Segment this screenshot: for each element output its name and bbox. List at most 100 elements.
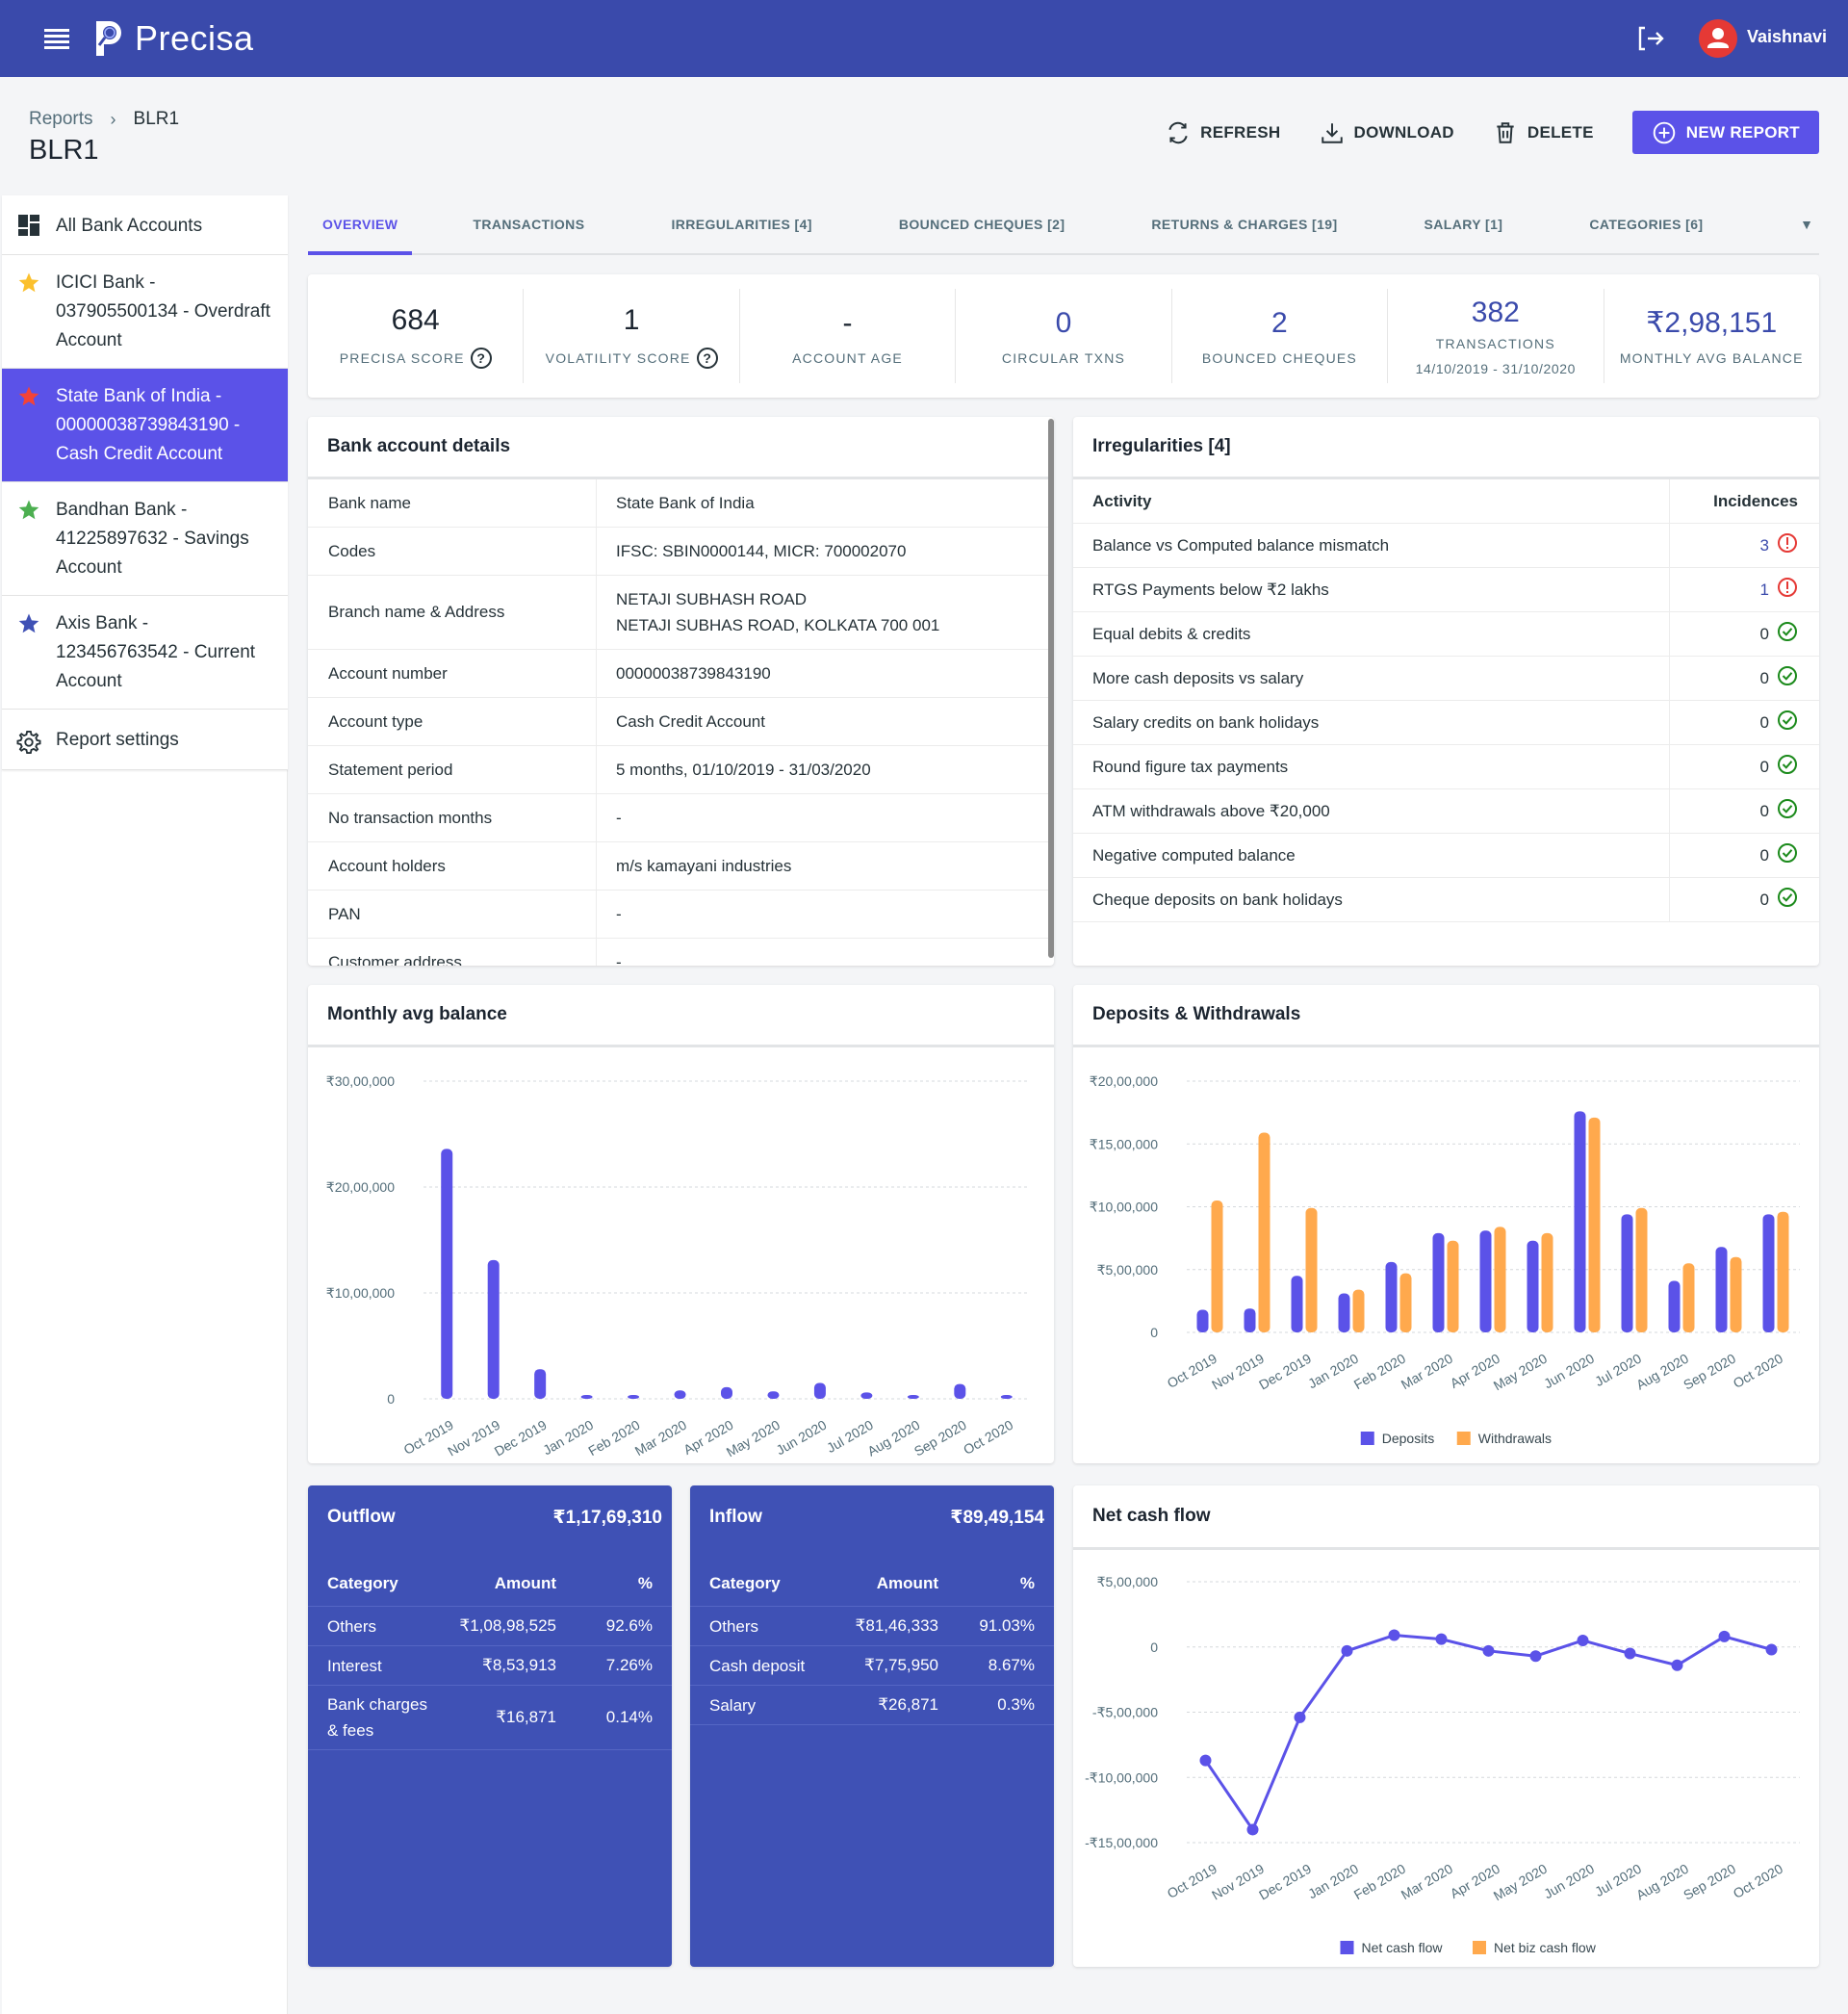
bar-withdrawals[interactable] bbox=[1305, 1207, 1318, 1332]
flow-amount: ₹16,871 bbox=[496, 1708, 556, 1726]
delete-button[interactable]: DELETE bbox=[1493, 120, 1594, 145]
tab-transactions[interactable]: TRANSACTIONS bbox=[473, 195, 584, 253]
data-point[interactable] bbox=[1341, 1644, 1353, 1657]
bar[interactable] bbox=[721, 1386, 732, 1399]
flow-category: Others bbox=[327, 1616, 377, 1636]
bar-deposits[interactable] bbox=[1574, 1111, 1586, 1332]
bar[interactable] bbox=[534, 1369, 547, 1399]
bar-deposits[interactable] bbox=[1385, 1261, 1398, 1332]
irregularity-row[interactable]: ATM withdrawals above ₹20,000 0 bbox=[1073, 789, 1819, 834]
bar-deposits[interactable] bbox=[1715, 1247, 1728, 1332]
data-point[interactable] bbox=[1435, 1633, 1448, 1645]
tab-overview[interactable]: OVERVIEW bbox=[307, 195, 413, 255]
bar-withdrawals[interactable] bbox=[1682, 1263, 1695, 1332]
bar-withdrawals[interactable] bbox=[1399, 1273, 1412, 1332]
legend-label[interactable]: Deposits bbox=[1382, 1431, 1434, 1446]
bar-deposits[interactable] bbox=[1338, 1293, 1350, 1332]
irregularity-row[interactable]: Round figure tax payments 0 bbox=[1073, 745, 1819, 789]
breadcrumb-reports-link[interactable]: Reports bbox=[29, 109, 93, 130]
bar-deposits[interactable] bbox=[1479, 1230, 1492, 1332]
user-name[interactable]: Vaishnavi bbox=[1747, 27, 1827, 47]
stat-value: ₹2,98,151 bbox=[1646, 307, 1778, 339]
bar-deposits[interactable] bbox=[1432, 1232, 1445, 1332]
bar-deposits[interactable] bbox=[1291, 1276, 1303, 1332]
irregularity-row[interactable]: More cash deposits vs salary 0 bbox=[1073, 657, 1819, 701]
data-point[interactable] bbox=[1388, 1629, 1400, 1641]
download-button[interactable]: DOWNLOAD bbox=[1320, 120, 1454, 145]
tabs-overflow-dropdown-icon[interactable]: ▼ bbox=[1800, 217, 1813, 232]
data-point[interactable] bbox=[1765, 1643, 1778, 1656]
data-point[interactable] bbox=[1246, 1823, 1259, 1836]
hamburger-menu-icon[interactable] bbox=[44, 29, 69, 49]
bar-withdrawals[interactable] bbox=[1730, 1256, 1742, 1332]
details-scrollbar[interactable] bbox=[1048, 419, 1054, 958]
details-value-line: - bbox=[616, 953, 622, 966]
bar[interactable] bbox=[767, 1391, 780, 1399]
incidence-count[interactable]: 1 bbox=[1760, 581, 1769, 600]
tab-returns-charges[interactable]: RETURNS & CHARGES [19] bbox=[1151, 195, 1337, 253]
bar[interactable] bbox=[907, 1395, 919, 1399]
app-name: Precisa bbox=[135, 18, 254, 58]
bar[interactable] bbox=[860, 1392, 873, 1399]
irregularity-row[interactable]: Cheque deposits on bank holidays 0 bbox=[1073, 878, 1819, 922]
bar-withdrawals[interactable] bbox=[1447, 1240, 1459, 1332]
data-point[interactable] bbox=[1482, 1644, 1495, 1657]
tab-bounced-cheques[interactable]: BOUNCED CHEQUES [2] bbox=[899, 195, 1065, 253]
bar-withdrawals[interactable] bbox=[1635, 1207, 1648, 1332]
sidebar-item-all-bank-accounts[interactable]: All Bank Accounts bbox=[2, 195, 288, 255]
help-icon[interactable]: ? bbox=[696, 348, 718, 369]
irregularity-row[interactable]: Negative computed balance 0 bbox=[1073, 834, 1819, 878]
bar-withdrawals[interactable] bbox=[1211, 1200, 1223, 1332]
sidebar-item-account[interactable]: ICICI Bank - 037905500134 - Overdraft Ac… bbox=[2, 255, 288, 369]
bar[interactable] bbox=[1000, 1395, 1013, 1399]
sidebar-item-account[interactable]: Bandhan Bank - 41225897632 - Savings Acc… bbox=[2, 482, 288, 596]
bar[interactable] bbox=[628, 1395, 640, 1399]
sidebar-item-report-settings[interactable]: Report settings bbox=[2, 710, 288, 770]
data-point[interactable] bbox=[1199, 1754, 1212, 1767]
help-icon[interactable]: ? bbox=[470, 348, 492, 369]
sidebar-item-account[interactable]: State Bank of India - 00000038739843190 … bbox=[2, 369, 288, 482]
new-report-button[interactable]: NEW REPORT bbox=[1631, 111, 1819, 154]
bar-deposits[interactable] bbox=[1621, 1214, 1633, 1332]
bar-deposits[interactable] bbox=[1527, 1240, 1539, 1332]
legend-label[interactable]: Net biz cash flow bbox=[1494, 1940, 1597, 1955]
x-tick-label: Oct 2020 bbox=[961, 1417, 1015, 1458]
data-point[interactable] bbox=[1529, 1650, 1542, 1663]
data-point[interactable] bbox=[1294, 1711, 1306, 1723]
data-point[interactable] bbox=[1577, 1634, 1589, 1646]
irregularity-row[interactable]: Salary credits on bank holidays 0 bbox=[1073, 701, 1819, 745]
logout-icon[interactable] bbox=[1636, 25, 1665, 52]
bar-withdrawals[interactable] bbox=[1494, 1226, 1506, 1332]
incidence-count[interactable]: 3 bbox=[1760, 536, 1769, 555]
bar-deposits[interactable] bbox=[1668, 1280, 1681, 1332]
data-point[interactable] bbox=[1624, 1647, 1636, 1660]
tab-salary[interactable]: SALARY [1] bbox=[1424, 195, 1503, 253]
bar-deposits[interactable] bbox=[1244, 1308, 1256, 1332]
bar[interactable] bbox=[954, 1383, 966, 1399]
irregularity-row[interactable]: Equal debits & credits 0 bbox=[1073, 612, 1819, 657]
app-logo[interactable]: Precisa bbox=[94, 15, 254, 62]
tab-categories[interactable]: CATEGORIES [6] bbox=[1589, 195, 1703, 253]
bar-withdrawals[interactable] bbox=[1777, 1211, 1789, 1332]
irregularity-row[interactable]: RTGS Payments below ₹2 lakhs 1 bbox=[1073, 568, 1819, 612]
bar[interactable] bbox=[580, 1395, 593, 1399]
legend-label[interactable]: Net cash flow bbox=[1362, 1940, 1444, 1955]
sidebar-item-account[interactable]: Axis Bank - 123456763542 - Current Accou… bbox=[2, 596, 288, 710]
legend-label[interactable]: Withdrawals bbox=[1478, 1431, 1552, 1446]
data-point[interactable] bbox=[1671, 1659, 1683, 1671]
data-point[interactable] bbox=[1718, 1630, 1731, 1642]
bar[interactable] bbox=[674, 1390, 686, 1399]
bar-withdrawals[interactable] bbox=[1588, 1117, 1601, 1332]
bar[interactable] bbox=[487, 1259, 500, 1399]
bar-withdrawals[interactable] bbox=[1258, 1132, 1270, 1332]
refresh-button[interactable]: REFRESH bbox=[1166, 120, 1280, 145]
bar-withdrawals[interactable] bbox=[1541, 1232, 1553, 1332]
user-avatar[interactable] bbox=[1699, 19, 1737, 58]
irregularity-row[interactable]: Balance vs Computed balance mismatch 3 bbox=[1073, 524, 1819, 568]
bar-deposits[interactable] bbox=[1196, 1309, 1209, 1332]
bar-deposits[interactable] bbox=[1762, 1214, 1775, 1332]
tab-irregularities[interactable]: IRREGULARITIES [4] bbox=[671, 195, 811, 253]
bar[interactable] bbox=[441, 1149, 453, 1399]
bar-withdrawals[interactable] bbox=[1352, 1289, 1365, 1332]
bar[interactable] bbox=[813, 1382, 826, 1400]
